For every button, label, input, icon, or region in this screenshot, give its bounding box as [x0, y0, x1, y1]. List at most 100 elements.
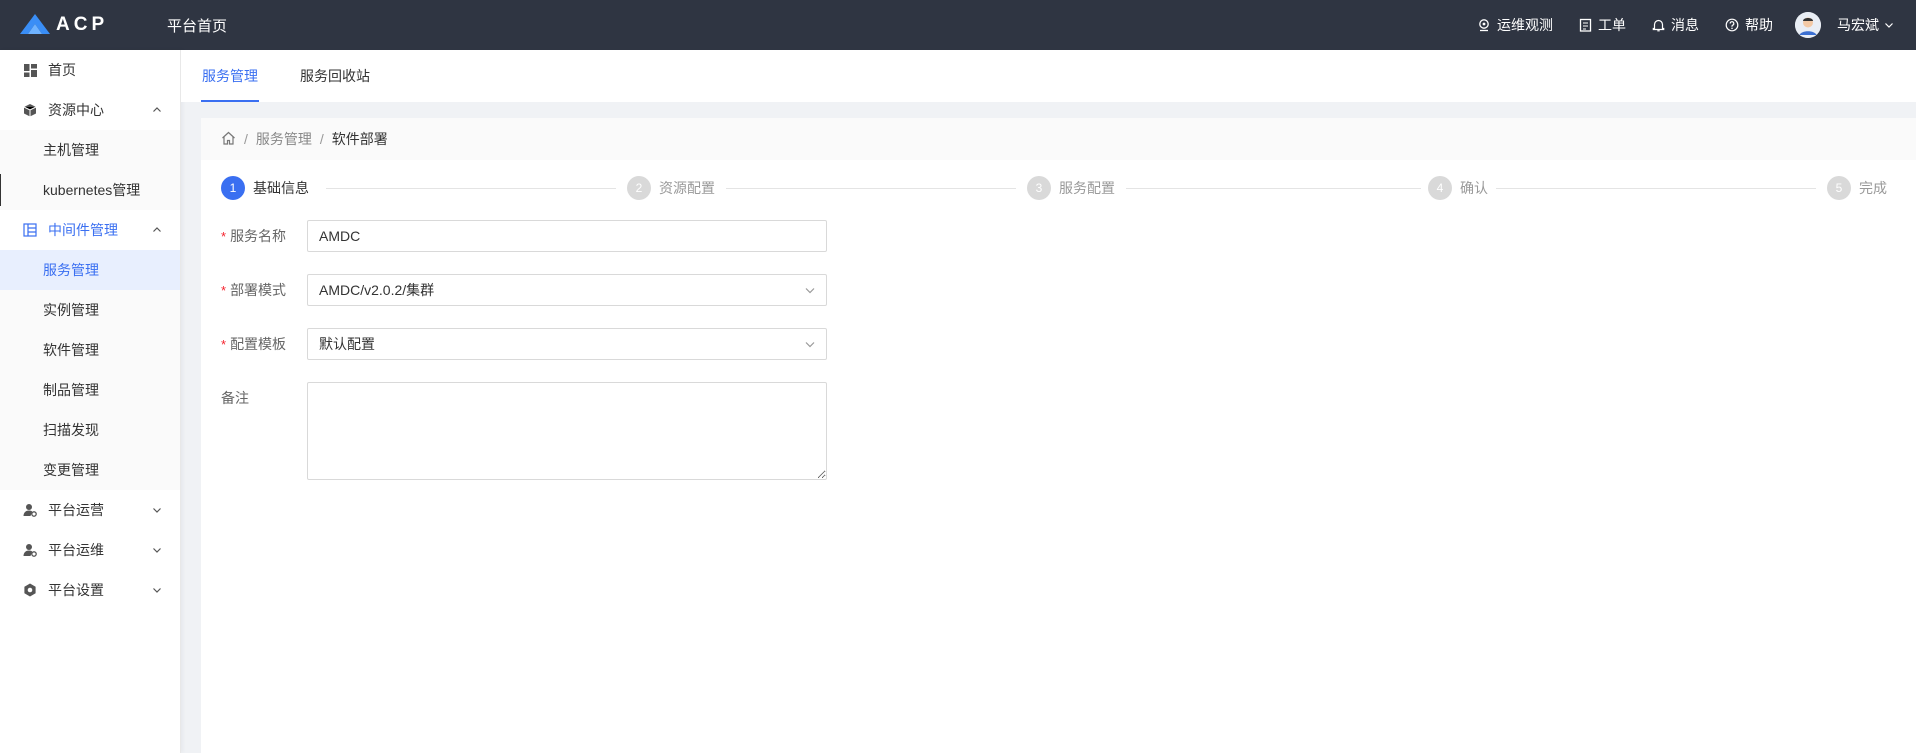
- platform-home-link[interactable]: 平台首页: [167, 15, 227, 36]
- sidebar-item-change-management[interactable]: 变更管理: [0, 450, 180, 490]
- sidebar-item-label: 服务管理: [43, 262, 99, 278]
- page-tabs: 服务管理 服务回收站: [181, 50, 1916, 102]
- sidebar-item-home[interactable]: 首页: [0, 50, 180, 90]
- breadcrumb-software-deploy: 软件部署: [331, 131, 388, 147]
- middleware-submenu: 服务管理 实例管理 软件管理 制品管理 扫描发现 变更管理: [0, 250, 180, 490]
- middleware-icon: [22, 223, 38, 237]
- sidebar-item-label: 平台设置: [48, 582, 104, 598]
- app-logo[interactable]: ACP: [0, 13, 167, 37]
- config-template-select[interactable]: 默认配置: [307, 328, 827, 360]
- config-template-value: 默认配置: [319, 336, 375, 352]
- cube-icon: [22, 103, 38, 117]
- sidebar-item-label: 扫描发现: [43, 422, 99, 438]
- resource-center-submenu: 主机管理 kubernetes管理: [0, 130, 180, 210]
- breadcrumb-separator: /: [244, 131, 248, 147]
- sidebar-item-kubernetes-management[interactable]: kubernetes管理: [0, 170, 180, 210]
- sidebar-item-host-management[interactable]: 主机管理: [0, 130, 180, 170]
- step-label: 确认: [1460, 180, 1488, 196]
- config-template-label-text: 配置模板: [230, 336, 287, 352]
- ticket-link[interactable]: 工单: [1579, 15, 1626, 35]
- tab-service-recycle-bin[interactable]: 服务回收站: [299, 50, 371, 102]
- ticket-label: 工单: [1598, 17, 1626, 33]
- tab-service-management[interactable]: 服务管理: [201, 50, 259, 102]
- step-label: 完成: [1859, 180, 1887, 196]
- sidebar-item-platform-maintenance[interactable]: 平台运维: [0, 530, 180, 570]
- sidebar-item-scan-discovery[interactable]: 扫描发现: [0, 410, 180, 450]
- step-resource-config: 2 资源配置: [621, 176, 723, 200]
- top-bar: ACP 平台首页 运维观测 工单 消息 帮助 马宏斌: [0, 0, 1916, 50]
- step-basic-info: 1 基础信息: [221, 176, 317, 200]
- sidebar-item-label: 实例管理: [43, 302, 99, 318]
- help-link[interactable]: 帮助: [1725, 15, 1773, 35]
- avatar[interactable]: [1795, 12, 1821, 38]
- breadcrumb-service-management[interactable]: 服务管理: [256, 129, 312, 149]
- step-number: 4: [1428, 176, 1452, 200]
- user-gear-icon: [22, 503, 38, 517]
- user-menu[interactable]: 马宏斌: [1837, 15, 1894, 35]
- sidebar-item-label: 主机管理: [43, 142, 99, 158]
- breadcrumb: / 服务管理 / 软件部署: [201, 118, 1916, 160]
- remark-row: 备注: [221, 382, 1916, 480]
- chevron-down-icon: [152, 585, 162, 595]
- sidebar-item-label: 中间件管理: [48, 222, 118, 238]
- required-mark: *: [221, 228, 227, 244]
- settings-icon: [22, 583, 38, 597]
- service-name-label-text: 服务名称: [230, 228, 287, 244]
- step-number: 1: [221, 176, 245, 200]
- help-icon: [1725, 18, 1739, 32]
- config-template-label: * 配置模板: [221, 328, 307, 360]
- sidebar-item-service-management[interactable]: 服务管理: [0, 250, 180, 290]
- sidebar-item-resource-center[interactable]: 资源中心: [0, 90, 180, 130]
- content-card: / 服务管理 / 软件部署 1 基础信息 2 资源配置 3 服务配置 4 确认 …: [201, 118, 1916, 753]
- sidebar-item-platform-settings[interactable]: 平台设置: [0, 570, 180, 610]
- step-label: 资源配置: [659, 180, 715, 196]
- username-label: 马宏斌: [1837, 17, 1879, 33]
- bell-icon: [1652, 18, 1665, 32]
- step-service-config: 3 服务配置: [1021, 176, 1123, 200]
- sidebar-item-software-management[interactable]: 软件管理: [0, 330, 180, 370]
- sidebar: 首页 资源中心 主机管理 kubernetes管理 中间件管理 服务管理 实例管…: [0, 50, 181, 753]
- remark-textarea[interactable]: [307, 382, 827, 480]
- required-mark: *: [221, 336, 227, 352]
- observe-icon: [1477, 18, 1491, 32]
- service-name-input[interactable]: [307, 220, 827, 252]
- service-name-row: * 服务名称: [221, 220, 1916, 252]
- sidebar-item-instance-management[interactable]: 实例管理: [0, 290, 180, 330]
- sidebar-item-middleware-management[interactable]: 中间件管理: [0, 210, 180, 250]
- deploy-steps: 1 基础信息 2 资源配置 3 服务配置 4 确认 5 完成: [221, 160, 1896, 220]
- step-connector: [326, 188, 616, 189]
- deploy-mode-label: * 部署模式: [221, 274, 307, 306]
- sidebar-item-artifact-management[interactable]: 制品管理: [0, 370, 180, 410]
- observe-link[interactable]: 运维观测: [1477, 15, 1553, 35]
- service-name-label: * 服务名称: [221, 220, 307, 252]
- chevron-down-icon: [804, 338, 816, 350]
- config-template-row: * 配置模板 默认配置: [221, 328, 1916, 360]
- chevron-down-icon: [152, 505, 162, 515]
- step-number: 2: [627, 176, 651, 200]
- sidebar-item-label: 首页: [48, 62, 76, 78]
- dashboard-icon: [22, 63, 38, 77]
- chevron-down-icon: [1884, 17, 1894, 33]
- deploy-mode-select[interactable]: AMDC/v2.0.2/集群: [307, 274, 827, 306]
- message-link[interactable]: 消息: [1652, 15, 1699, 35]
- step-number: 5: [1827, 176, 1851, 200]
- sidebar-item-label: 制品管理: [43, 382, 99, 398]
- sidebar-item-platform-operation[interactable]: 平台运营: [0, 490, 180, 530]
- step-label: 基础信息: [253, 180, 309, 196]
- sidebar-item-label: kubernetes管理: [43, 182, 141, 198]
- step-finish: 5 完成: [1821, 176, 1887, 200]
- message-label: 消息: [1671, 17, 1699, 33]
- deploy-mode-row: * 部署模式 AMDC/v2.0.2/集群: [221, 274, 1916, 306]
- deploy-mode-value: AMDC/v2.0.2/集群: [319, 282, 435, 298]
- step-number: 3: [1027, 176, 1051, 200]
- step-confirm: 4 确认: [1422, 176, 1496, 200]
- step-connector: [726, 188, 1016, 189]
- home-icon[interactable]: [221, 131, 236, 148]
- user-gear-icon: [22, 543, 38, 557]
- step-label: 服务配置: [1059, 180, 1115, 196]
- step-connector: [1486, 188, 1816, 189]
- remark-label: 备注: [221, 382, 307, 414]
- sidebar-item-label: 平台运维: [48, 542, 104, 558]
- observe-label: 运维观测: [1497, 17, 1553, 33]
- chevron-up-icon: [152, 225, 162, 235]
